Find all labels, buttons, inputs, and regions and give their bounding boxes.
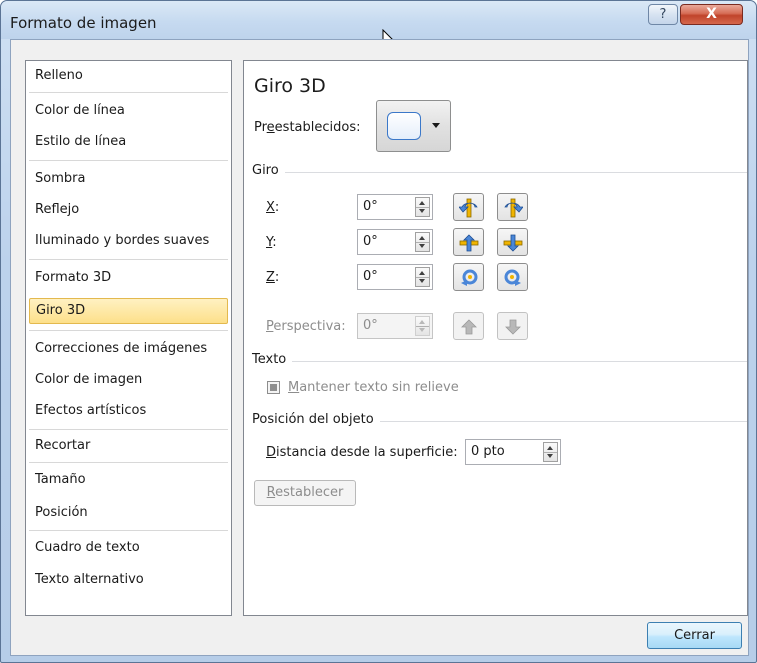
sidebar-item-iluminado[interactable]: Iluminado y bordes suaves bbox=[26, 228, 231, 254]
x-label: X: bbox=[266, 200, 280, 215]
sidebar-item-cuadro-de-texto[interactable]: Cuadro de texto bbox=[26, 535, 231, 561]
y-rotation-input[interactable]: 0° bbox=[357, 229, 433, 255]
distance-input[interactable]: 0 pto bbox=[465, 439, 561, 465]
presets-dropdown[interactable] bbox=[376, 100, 451, 152]
title-bar[interactable]: Formato de imagen ? X bbox=[1, 1, 756, 50]
rotate-y-up-button[interactable] bbox=[453, 228, 484, 256]
sidebar-item-formato-3d[interactable]: Formato 3D bbox=[26, 265, 231, 291]
sidebar-item-tamano[interactable]: Tamaño bbox=[26, 467, 231, 493]
rotate-y-down-icon bbox=[503, 234, 523, 252]
rotate-z-clockwise-button[interactable] bbox=[497, 263, 528, 291]
category-list: Relleno Color de línea Estilo de línea S… bbox=[25, 60, 232, 616]
sidebar-separator bbox=[29, 160, 228, 161]
keep-text-flat-label: Mantener texto sin relieve bbox=[288, 380, 459, 395]
sidebar-item-recortar[interactable]: Recortar bbox=[26, 433, 231, 459]
sidebar-item-color-de-linea[interactable]: Color de línea bbox=[26, 98, 231, 124]
z-rotation-spinner[interactable] bbox=[415, 267, 430, 287]
rotation-section: Giro bbox=[252, 163, 747, 181]
rotate-x-right-icon bbox=[504, 198, 523, 218]
object-position-section: Posición del objeto bbox=[252, 412, 747, 430]
rotate-z-clockwise-icon bbox=[504, 269, 521, 286]
help-button[interactable]: ? bbox=[648, 4, 678, 25]
sidebar-item-posicion[interactable]: Posición bbox=[26, 500, 231, 526]
perspective-decrease-icon bbox=[505, 319, 521, 335]
sidebar-item-giro-3d[interactable]: Giro 3D bbox=[29, 298, 228, 324]
distance-label: Distancia desde la superficie: bbox=[266, 445, 458, 460]
z-label: Z: bbox=[266, 270, 280, 285]
dialog-body: Relleno Color de línea Estilo de línea S… bbox=[10, 39, 749, 656]
y-rotation-spinner[interactable] bbox=[415, 232, 430, 252]
perspective-input[interactable]: 0° bbox=[357, 313, 433, 339]
x-rotation-input[interactable]: 0° bbox=[357, 194, 433, 220]
sidebar-item-texto-alternativo[interactable]: Texto alternativo bbox=[26, 567, 231, 593]
sidebar-separator bbox=[29, 92, 228, 93]
sidebar-separator bbox=[29, 429, 228, 430]
perspective-spinner[interactable] bbox=[415, 316, 430, 336]
rotate-x-right-button[interactable] bbox=[497, 193, 528, 221]
rotate-y-up-icon bbox=[459, 234, 479, 252]
format-picture-dialog: Formato de imagen ? X Relleno Color de l… bbox=[0, 0, 757, 663]
rotate-z-counterclockwise-button[interactable] bbox=[453, 263, 484, 291]
sidebar-item-correcciones[interactable]: Correcciones de imágenes bbox=[26, 336, 231, 362]
perspective-label: Perspectiva: bbox=[266, 319, 346, 334]
sidebar-separator bbox=[29, 462, 228, 463]
sidebar-item-color-de-imagen[interactable]: Color de imagen bbox=[26, 367, 231, 393]
rotate-x-left-icon bbox=[459, 198, 478, 218]
sidebar-item-relleno[interactable]: Relleno bbox=[26, 63, 231, 89]
chevron-down-icon bbox=[432, 123, 440, 128]
sidebar-separator bbox=[29, 530, 228, 531]
presets-label: Preestablecidos: bbox=[254, 120, 361, 135]
perspective-increase-button[interactable] bbox=[453, 312, 484, 340]
perspective-decrease-button[interactable] bbox=[497, 312, 528, 340]
z-rotation-input[interactable]: 0° bbox=[357, 264, 433, 290]
rotate-x-left-button[interactable] bbox=[453, 193, 484, 221]
x-rotation-spinner[interactable] bbox=[415, 197, 430, 217]
reset-button[interactable]: Restablecer bbox=[254, 480, 356, 506]
text-section: Texto bbox=[252, 352, 747, 370]
sidebar-item-sombra[interactable]: Sombra bbox=[26, 166, 231, 192]
text-section-label: Texto bbox=[252, 352, 293, 367]
close-window-button[interactable]: X bbox=[680, 4, 743, 25]
sidebar-separator bbox=[29, 259, 228, 260]
sidebar-separator bbox=[29, 330, 228, 331]
object-position-section-label: Posición del objeto bbox=[252, 412, 380, 427]
sidebar-item-reflejo[interactable]: Reflejo bbox=[26, 197, 231, 223]
y-label: Y: bbox=[266, 235, 277, 250]
page-title: Giro 3D bbox=[254, 75, 326, 97]
sidebar-item-efectos-artisticos[interactable]: Efectos artísticos bbox=[26, 398, 231, 424]
keep-text-flat-checkbox[interactable] bbox=[267, 381, 280, 394]
rotate-z-counterclockwise-icon bbox=[461, 269, 478, 286]
perspective-increase-icon bbox=[461, 319, 477, 335]
rotation-section-label: Giro bbox=[252, 163, 285, 178]
rotate-y-down-button[interactable] bbox=[497, 228, 528, 256]
sidebar-item-estilo-de-linea[interactable]: Estilo de línea bbox=[26, 129, 231, 155]
preset-preview-icon bbox=[387, 112, 421, 140]
rotation-panel: Giro 3D Preestablecidos: Giro X: 0° Y: 0… bbox=[243, 60, 748, 616]
distance-spinner[interactable] bbox=[543, 442, 558, 462]
dialog-title: Formato de imagen bbox=[10, 14, 157, 32]
close-button[interactable]: Cerrar bbox=[647, 622, 742, 649]
